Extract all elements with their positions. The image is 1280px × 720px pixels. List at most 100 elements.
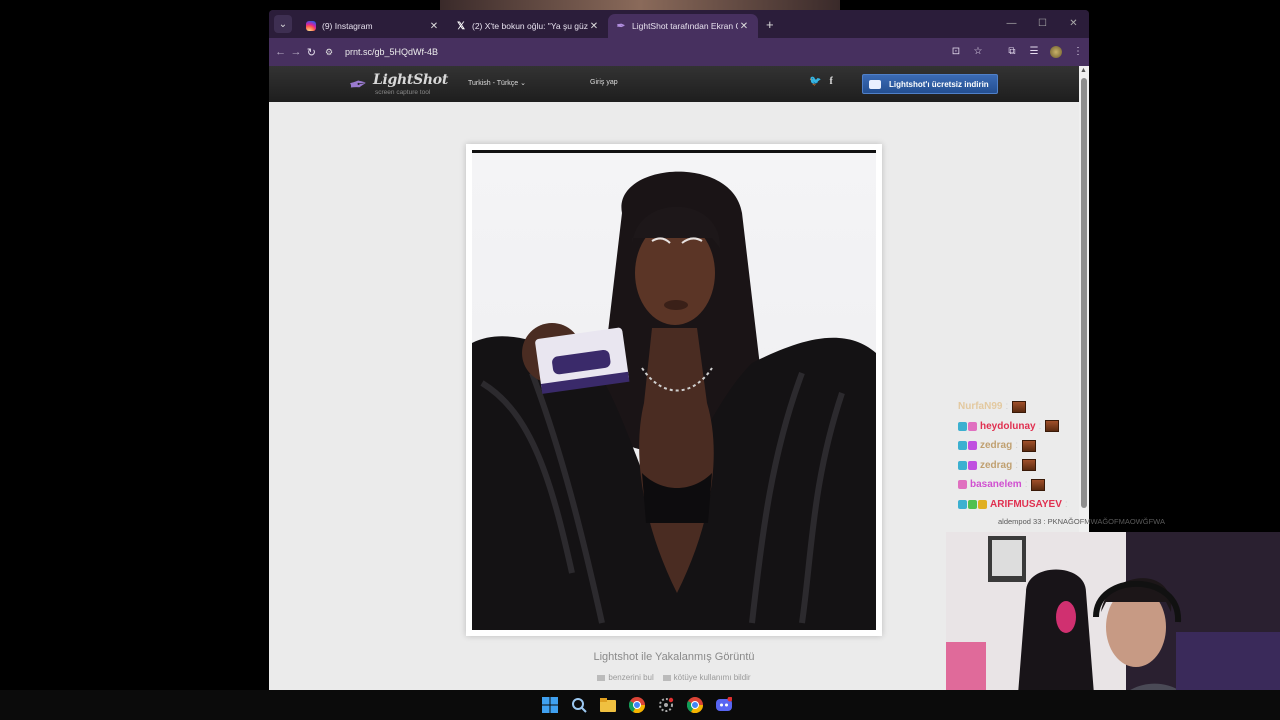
taskbar-icons [540,690,733,720]
bookmark-star-icon[interactable]: ☆ [967,46,989,58]
heart-badge-icon [968,441,977,451]
chrome-icon[interactable] [627,696,646,715]
tab-bar: ⌄ (9) Instagram ✕ 𝕏 (2) X'te bokun oğlu:… [269,10,1089,38]
download-label: Lightshot'ı ücretsiz indirin [889,79,989,89]
site-info-icon[interactable]: ⚙ [325,47,341,58]
emote-icon [1022,459,1037,472]
screenshot-frame [466,144,882,636]
chat-message: ARIFMUSAYEV : [958,495,1198,515]
screen: ⌄ (9) Instagram ✕ 𝕏 (2) X'te bokun oğlu:… [0,0,1280,720]
emote-icon [1031,478,1046,491]
sub-badge-icon [958,421,967,431]
sub-badge-icon [958,499,967,509]
discord-icon[interactable] [714,696,733,715]
chevron-down-icon: ⌄ [520,80,527,87]
heart-badge-icon [958,480,967,490]
chat-username: zedrag [980,440,1013,452]
portrait-illustration [472,171,876,630]
emote-icon [1012,400,1027,413]
download-button[interactable]: Lightshot'ı ücretsiz indirin [862,74,998,94]
toolbar-icons: ⊡ ☆ ⧉ ☰ ⋮ [945,46,1089,58]
report-abuse-label: kötüye kullanımı bildir [673,673,751,682]
chat-message: zedrag : [958,436,1198,456]
chat-message: basanelem : [958,475,1198,495]
tab-title: (9) Instagram [322,21,373,31]
reading-list-icon[interactable]: ☰ [1023,46,1045,58]
chat-separator: : [1038,420,1042,432]
profile-avatar[interactable] [1045,46,1067,58]
background-decor [440,0,840,10]
twitter-icon[interactable]: 🐦 [809,76,821,87]
tab-title: (2) X'te bokun oğlu: "Ya şu güze [472,21,588,31]
tab-lightshot[interactable]: ✒ LightShot tarafından Ekran Gör ✕ [608,14,758,38]
url-input[interactable]: ⚙ prnt.sc/gb_5HQdWf-4B [325,41,895,63]
chat-username: heydolunay [980,420,1036,432]
chat-separator: : [1024,479,1028,491]
file-explorer-icon[interactable] [598,696,617,715]
extensions-icon[interactable]: ⧉ [1001,46,1023,58]
address-bar: ← → ↻ ⚙ prnt.sc/gb_5HQdWf-4B ⊡ ☆ ⧉ ☰ ⋮ [269,38,1089,66]
tab-title: LightShot tarafından Ekran Gör [632,21,738,31]
chat-message: heydolunay : [958,417,1198,437]
logo-name: LightShot [373,72,448,88]
lightshot-logo[interactable]: ✒ LightShot screen capture tool [346,70,459,99]
chrome-active-icon[interactable] [685,696,704,715]
chat-separator: : [1015,459,1019,471]
gift-badge-icon [968,499,977,509]
close-icon[interactable]: ✕ [738,21,750,32]
new-tab-button[interactable]: + [766,17,774,32]
search-icon[interactable] [569,696,588,715]
windows-start-icon[interactable] [540,696,559,715]
chat-message: zedrag : [958,456,1198,476]
chat-separator: : [1015,440,1019,452]
report-abuse-link[interactable]: kötüye kullanımı bildir [662,673,751,682]
chat-separator: : [1005,401,1009,413]
url-text: prnt.sc/gb_5HQdWf-4B [344,47,439,57]
flag-icon [662,674,671,681]
menu-kebab-icon[interactable]: ⋮ [1067,46,1089,58]
settings-icon[interactable] [656,696,675,715]
back-icon[interactable]: ← [273,46,288,58]
facebook-icon[interactable]: f [829,76,832,87]
lightshot-header: ✒ LightShot screen capture tool Turkish … [269,66,1079,102]
language-label: Turkish - Türkçe [468,80,519,87]
chat-faded-message: aldempod 33 : PKNAĞOFMWAĞOFMAOWĞFWA [998,517,1165,526]
close-icon[interactable]: ✕ [588,21,600,32]
chat-username: basanelem [970,479,1022,491]
chat-username: zedrag [980,459,1013,471]
maximize-icon[interactable]: ☐ [1027,10,1058,38]
tab-search-button[interactable]: ⌄ [274,15,292,33]
language-selector[interactable]: Turkish - Türkçe ⌄ [468,79,526,87]
tab-x[interactable]: 𝕏 (2) X'te bokun oğlu: "Ya şu güze ✕ [448,14,608,38]
login-link[interactable]: Giriş yap [590,79,618,86]
feather-icon: ✒ [346,70,370,99]
social-links: 🐦 f [809,76,833,87]
chat-separator: : [1064,498,1068,510]
heart-badge-icon [968,460,977,470]
close-icon[interactable]: ✕ [428,21,440,32]
install-app-icon[interactable]: ⊡ [945,46,967,58]
vip-badge-icon [978,499,987,509]
forward-icon[interactable]: → [288,46,303,58]
sub-badge-icon [958,460,967,470]
x-icon: 𝕏 [456,20,466,32]
reload-icon[interactable]: ↻ [304,46,319,59]
screenshot-image[interactable] [472,150,876,630]
download-icon [869,79,881,89]
find-similar-link[interactable]: benzerini bul [597,673,654,682]
stream-chat: NurfaN99 : heydolunay : zedrag : zedrag … [958,397,1198,514]
scroll-up-icon[interactable]: ▲ [1080,67,1087,74]
tab-instagram[interactable]: (9) Instagram ✕ [298,14,448,38]
close-window-icon[interactable]: ✕ [1058,10,1089,38]
logo-tagline: screen capture tool [375,89,431,96]
taskbar [0,690,1280,720]
find-similar-label: benzerini bul [608,673,654,682]
chat-message: NurfaN99 : [958,397,1198,417]
instagram-icon [306,21,316,31]
lightshot-icon: ✒ [616,20,626,32]
chat-username: NurfaN99 [958,401,1003,413]
minimize-icon[interactable]: — [996,10,1027,38]
emote-icon [1022,439,1037,452]
image-icon [597,674,606,681]
sub-badge-icon [958,441,967,451]
